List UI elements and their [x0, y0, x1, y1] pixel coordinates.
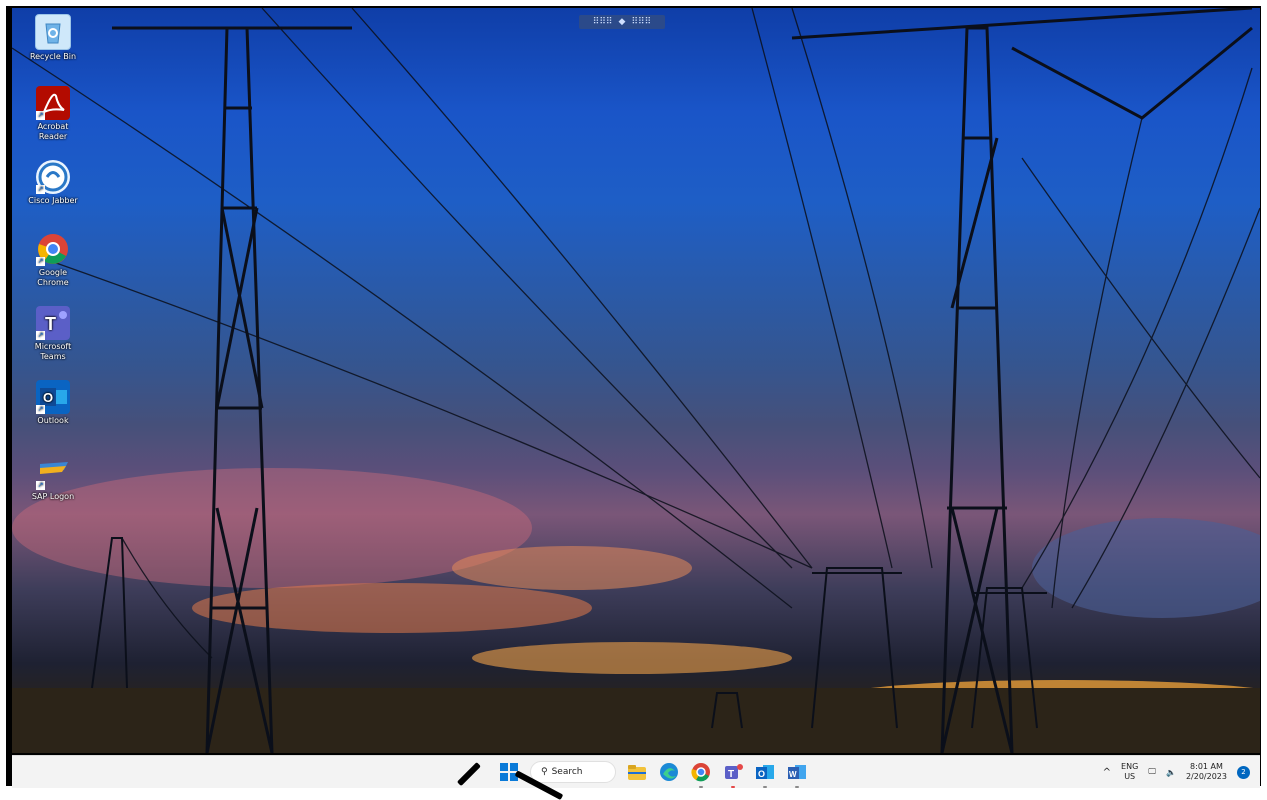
taskbar-edge[interactable] — [658, 761, 680, 783]
shortcut-arrow-icon: ↗ — [36, 405, 45, 414]
taskbar-teams[interactable]: T — [722, 761, 744, 788]
volume-icon[interactable]: 🔈 — [1166, 768, 1176, 777]
wallpaper — [12, 8, 1260, 753]
desktop-icon-google-chrome[interactable]: ↗ Google Chrome — [26, 232, 80, 288]
drag-grip-left[interactable]: ⠿⠿⠿ — [593, 17, 613, 27]
shortcut-arrow-icon: ↗ — [36, 331, 45, 340]
clock-time: 8:01 AM — [1190, 762, 1223, 771]
language-indicator[interactable]: ENG US — [1121, 762, 1138, 782]
svg-text:T: T — [45, 314, 56, 334]
svg-text:T: T — [728, 769, 734, 780]
file-explorer-icon — [628, 765, 646, 780]
drag-grip-right[interactable]: ⠿⠿⠿ — [631, 17, 651, 27]
running-indicator — [731, 786, 735, 788]
taskbar-word[interactable]: W — [786, 761, 808, 788]
clock-date: 2/20/2023 — [1185, 772, 1227, 781]
desktop-icon-label: Cisco Jabber — [28, 196, 78, 205]
desktop-icon-outlook[interactable]: O ↗ Outlook — [26, 380, 80, 426]
notification-badge[interactable]: 2 — [1237, 765, 1250, 779]
running-indicator — [795, 786, 799, 788]
taskbar: ⚲ Search T O W ^ ENG US 🖵 🔈 8:01 AM 2/20… — [12, 755, 1260, 788]
sap-logon-icon: ↗ — [36, 456, 70, 490]
svg-text:W: W — [789, 770, 797, 779]
shortcut-arrow-icon: ↗ — [36, 257, 45, 266]
chrome-icon: ↗ — [36, 232, 70, 266]
taskbar-chrome[interactable] — [690, 761, 712, 788]
desktop[interactable]: ⠿⠿⠿ ◆ ⠿⠿⠿ Recycle Bin ↗ Acrobat Reader ↗… — [12, 8, 1260, 753]
taskbar-apps: ⚲ Search T O W — [498, 756, 808, 788]
teams-icon: T — [725, 764, 743, 780]
search-icon: ⚲ — [541, 767, 548, 777]
outlook-icon: O ↗ — [36, 380, 70, 414]
desktop-icon-label: Recycle Bin — [29, 52, 77, 61]
pin-icon[interactable]: ◆ — [619, 17, 626, 27]
desktop-icon-microsoft-teams[interactable]: T ↗ Microsoft Teams — [26, 306, 80, 362]
shortcut-arrow-icon: ↗ — [36, 111, 45, 120]
desktop-icon-label: Microsoft Teams — [34, 342, 72, 361]
teams-icon: T ↗ — [36, 306, 70, 340]
taskbar-search[interactable]: ⚲ Search — [530, 761, 616, 783]
word-icon: W — [788, 765, 806, 779]
chrome-icon — [691, 763, 710, 782]
svg-text:O: O — [758, 769, 765, 779]
search-label: Search — [551, 767, 583, 777]
desktop-icon-acrobat-reader[interactable]: ↗ Acrobat Reader — [26, 86, 80, 142]
desktop-icon-cisco-jabber[interactable]: ↗ Cisco Jabber — [26, 160, 80, 206]
recycle-bin-icon — [35, 14, 71, 50]
edge-icon — [660, 763, 678, 781]
desktop-icon-label: SAP Logon — [31, 492, 75, 501]
cisco-jabber-icon: ↗ — [36, 160, 70, 194]
desktop-icon-sap-logon[interactable]: ↗ SAP Logon — [26, 456, 80, 502]
taskbar-outlook[interactable]: O — [754, 761, 776, 788]
shortcut-arrow-icon: ↗ — [36, 185, 45, 194]
language-code: ENG — [1121, 762, 1139, 771]
desktop-icon-recycle-bin[interactable]: Recycle Bin — [26, 14, 80, 62]
shortcut-arrow-icon: ↗ — [36, 481, 45, 490]
acrobat-reader-icon: ↗ — [36, 86, 70, 120]
outlook-icon: O — [756, 765, 774, 779]
running-indicator — [763, 786, 767, 788]
system-tray: ^ ENG US 🖵 🔈 8:01 AM 2/20/2023 2 — [1103, 756, 1250, 788]
region-code: US — [1124, 772, 1136, 781]
chevron-up-icon[interactable]: ^ — [1103, 767, 1111, 778]
taskbar-file-explorer[interactable] — [626, 761, 648, 783]
desktop-icon-label: Google Chrome — [37, 268, 69, 287]
clock[interactable]: 8:01 AM 2/20/2023 — [1186, 762, 1227, 782]
desktop-icon-label: Outlook — [37, 416, 69, 425]
svg-text:O: O — [43, 390, 53, 405]
desktop-icon-label: Acrobat Reader — [37, 122, 69, 141]
network-icon[interactable]: 🖵 — [1148, 767, 1156, 777]
remote-connection-bar[interactable]: ⠿⠿⠿ ◆ ⠿⠿⠿ — [579, 15, 665, 29]
running-indicator — [699, 786, 703, 788]
